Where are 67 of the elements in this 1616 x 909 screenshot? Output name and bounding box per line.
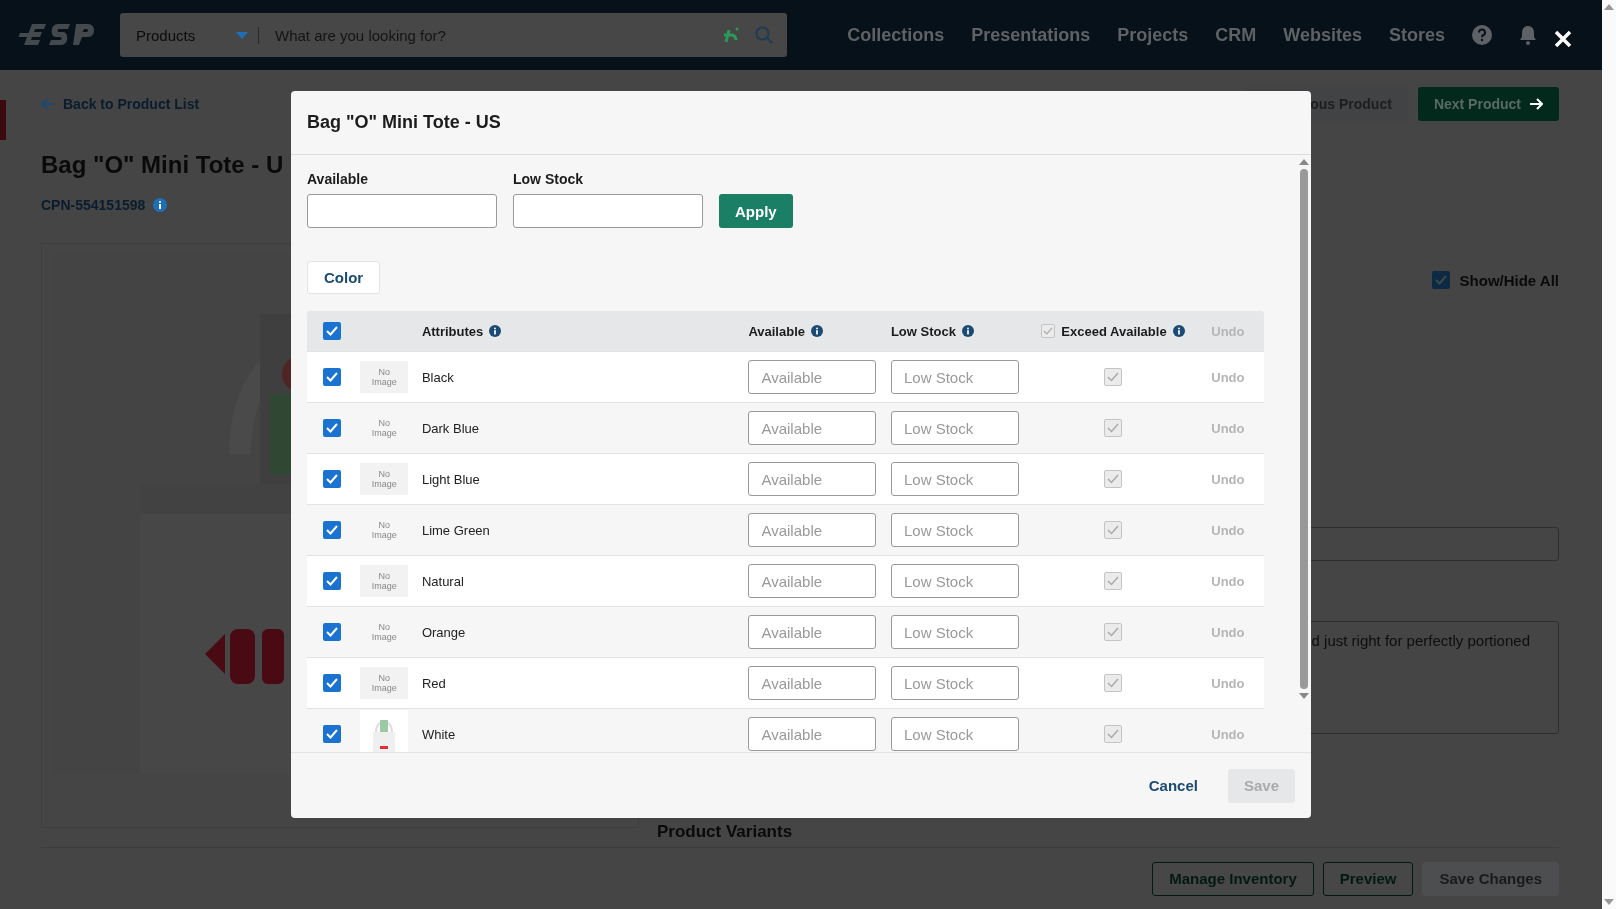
available-field[interactable]: Available bbox=[748, 666, 877, 700]
available-field[interactable] bbox=[307, 194, 497, 228]
nav-link[interactable]: Collections bbox=[847, 24, 945, 46]
section-heading: Product Variants bbox=[657, 822, 794, 842]
undo-link[interactable]: Undo bbox=[1211, 522, 1245, 538]
available-field[interactable]: Available bbox=[748, 462, 877, 496]
footer-button[interactable]: Manage Inventory bbox=[1152, 861, 1314, 896]
scroll-up-icon[interactable] bbox=[1604, 4, 1614, 10]
column-header: Low Stock bbox=[890, 323, 956, 339]
info-icon[interactable] bbox=[153, 198, 168, 212]
next-product-button[interactable]: Next Product bbox=[1417, 87, 1559, 121]
search-scope-dropdown[interactable]: Products bbox=[136, 26, 259, 44]
nav-link[interactable]: CRM bbox=[1215, 24, 1257, 46]
available-field[interactable]: Available bbox=[748, 411, 877, 445]
low-stock-field[interactable] bbox=[513, 194, 703, 228]
info-icon[interactable] bbox=[961, 325, 974, 337]
accent-bar bbox=[0, 100, 6, 140]
scroll-up-icon[interactable] bbox=[1299, 159, 1309, 165]
caret-icon bbox=[236, 31, 248, 39]
field-label: Low Stock bbox=[513, 171, 584, 187]
low-stock-field[interactable]: Low Stock bbox=[890, 615, 1019, 649]
nav-link[interactable]: Websites bbox=[1283, 24, 1362, 46]
close-icon[interactable] bbox=[1554, 30, 1572, 48]
low-stock-field[interactable]: Low Stock bbox=[890, 513, 1019, 547]
apply-button[interactable]: Apply bbox=[719, 194, 793, 228]
undo-link[interactable]: Undo bbox=[1211, 624, 1245, 640]
info-icon[interactable] bbox=[1172, 325, 1185, 337]
cancel-button[interactable]: Cancel bbox=[1142, 776, 1204, 795]
info-icon[interactable] bbox=[811, 325, 823, 337]
column-header: Exceed Available bbox=[1061, 323, 1167, 339]
column-header: Available bbox=[748, 323, 805, 339]
low-stock-field[interactable]: Low Stock bbox=[890, 717, 1019, 751]
checkbox[interactable] bbox=[1431, 271, 1450, 289]
low-stock-field[interactable]: Low Stock bbox=[890, 360, 1019, 394]
nav-link[interactable]: Presentations bbox=[971, 24, 1091, 46]
low-stock-field[interactable]: Low Stock bbox=[890, 462, 1019, 496]
nav-link[interactable]: Stores bbox=[1388, 24, 1445, 46]
undo-link[interactable]: Undo bbox=[1211, 369, 1245, 385]
field-label: Available bbox=[307, 171, 369, 187]
available-field[interactable]: Available bbox=[748, 513, 877, 547]
available-field[interactable]: Available bbox=[748, 717, 877, 751]
product-number: CPN-554151598 bbox=[41, 197, 146, 213]
dialog-title: Bag "O" Mini Tote - US bbox=[307, 112, 501, 133]
undo-link[interactable]: Undo bbox=[1211, 471, 1245, 487]
undo-link[interactable]: Undo bbox=[1211, 675, 1245, 691]
undo-link[interactable]: Undo bbox=[1211, 420, 1245, 436]
scrollbar-thumb[interactable] bbox=[1300, 169, 1308, 689]
available-field[interactable]: Available bbox=[748, 360, 877, 394]
available-field[interactable]: Available bbox=[748, 564, 877, 598]
bell-icon[interactable] bbox=[1519, 25, 1537, 45]
arrow-left-icon bbox=[41, 98, 55, 110]
back-link[interactable]: Back to Product List bbox=[41, 96, 200, 112]
undo-link[interactable]: Undo bbox=[1211, 726, 1245, 742]
low-stock-field[interactable]: Low Stock bbox=[890, 411, 1019, 445]
low-stock-field[interactable]: Low Stock bbox=[890, 666, 1019, 700]
checkbox-label[interactable]: Show/Hide All bbox=[1459, 271, 1559, 289]
scroll-down-icon[interactable] bbox=[1604, 899, 1614, 905]
footer-button[interactable]: Preview bbox=[1322, 861, 1414, 896]
low-stock-field[interactable]: Low Stock bbox=[890, 564, 1019, 598]
arrow-right-icon bbox=[1529, 98, 1543, 110]
product-title: Bag "O" Mini Tote - U bbox=[41, 151, 284, 179]
sparkle-icon[interactable] bbox=[721, 25, 741, 45]
help-icon[interactable] bbox=[1472, 25, 1492, 45]
available-field[interactable]: Available bbox=[748, 615, 877, 649]
undo-link[interactable]: Undo bbox=[1211, 573, 1245, 589]
scroll-down-icon[interactable] bbox=[1299, 693, 1309, 699]
nav-link[interactable]: Projects bbox=[1117, 24, 1189, 46]
